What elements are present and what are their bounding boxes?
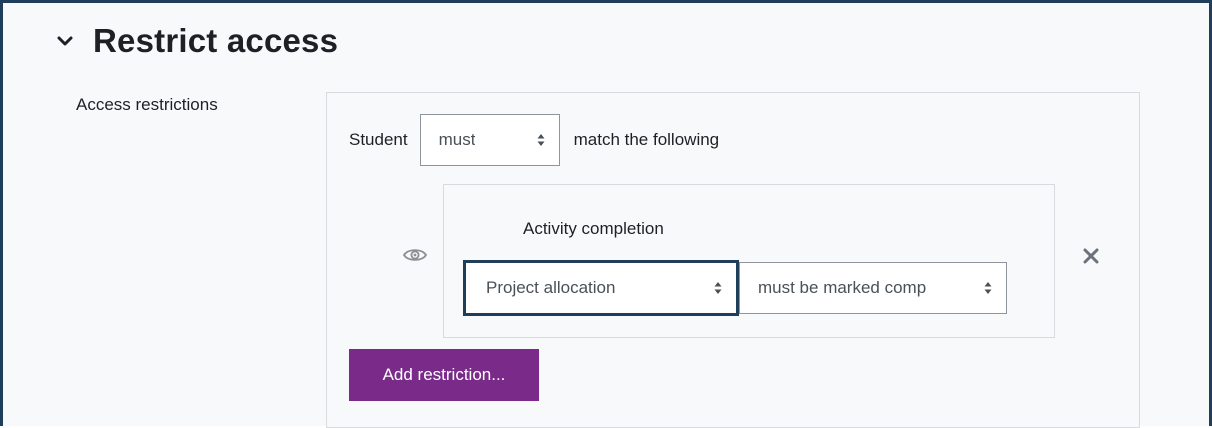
chevron-down-icon[interactable] <box>55 31 75 51</box>
completion-status-value: must be marked comp <box>758 278 927 297</box>
access-restrictions-label: Access restrictions <box>76 95 218 114</box>
completion-status-select[interactable]: must be marked comp <box>739 262 1007 314</box>
must-select[interactable]: must <box>419 114 560 166</box>
activity-select-value: Project allocation <box>486 278 616 297</box>
activity-select[interactable]: Project allocation <box>463 260 739 316</box>
section-title: Restrict access <box>93 22 339 59</box>
student-label: Student <box>349 130 408 149</box>
eye-icon[interactable] <box>403 247 427 263</box>
must-select-value: must <box>438 130 476 149</box>
select-arrows-icon <box>714 282 722 294</box>
select-arrows-icon <box>984 282 992 294</box>
select-arrows-icon <box>537 134 545 146</box>
match-following-text: match the following <box>573 130 720 149</box>
activity-completion-label: Activity completion <box>523 219 664 238</box>
section-header[interactable]: Restrict access <box>55 22 338 60</box>
close-icon[interactable] <box>1081 246 1101 266</box>
add-restriction-button[interactable]: Add restriction... <box>349 349 539 401</box>
student-match-row: Student must match the following <box>349 114 719 166</box>
condition-row: Project allocation must be marked comp <box>463 260 1007 316</box>
